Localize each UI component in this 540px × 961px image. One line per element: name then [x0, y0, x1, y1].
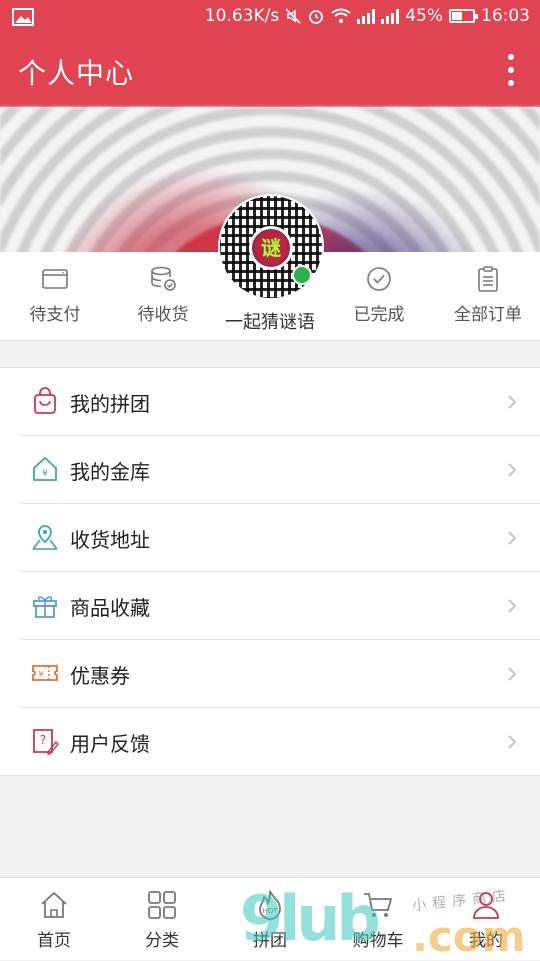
mini-program-link-icon	[292, 265, 312, 285]
tab-label: 首页	[37, 931, 71, 951]
menu-item-feedback[interactable]: ? 用户反馈	[20, 708, 540, 775]
picture-icon	[12, 8, 34, 26]
menu-label: 优惠券	[70, 664, 130, 688]
cart-icon	[364, 893, 393, 917]
wifi-icon	[331, 8, 351, 23]
menu-label: 收货地址	[70, 528, 150, 552]
tab-category[interactable]: 分类	[108, 888, 216, 951]
gift-icon	[33, 596, 57, 618]
menu-list: 我的拼团 ¥ 我的金库 收货地址 商品收藏 ¥ 优惠券 ? 用户反馈	[0, 367, 540, 776]
menu-item-address[interactable]: 收货地址	[20, 504, 540, 572]
tab-label: 购物车	[352, 931, 404, 951]
check-circle-icon	[367, 267, 391, 291]
svg-text:HOT: HOT	[262, 907, 278, 915]
feedback-icon: ?	[33, 729, 59, 755]
network-speed: 10.63K/s	[204, 6, 280, 26]
mini-program-name: 一起猜谜语	[225, 312, 315, 333]
shopping-bag-icon	[34, 387, 56, 414]
card-icon	[42, 269, 68, 289]
page-title: 个人中心	[18, 57, 135, 90]
mute-icon	[285, 8, 301, 24]
order-pending-payment[interactable]: 待支付	[10, 264, 100, 325]
order-all[interactable]: 全部订单	[440, 264, 536, 325]
menu-label: 我的金库	[70, 460, 150, 484]
order-label: 待支付	[29, 305, 81, 325]
svg-text:¥: ¥	[38, 670, 43, 679]
user-icon	[473, 892, 499, 919]
order-label: 待收货	[137, 305, 189, 325]
coupon-icon: ¥	[32, 665, 58, 681]
clipboard-icon	[478, 266, 498, 292]
tab-label: 拼团	[253, 931, 287, 951]
menu-item-favorites[interactable]: 商品收藏	[20, 572, 540, 640]
clock: 16:03	[481, 6, 530, 26]
chevron-right-icon	[508, 599, 517, 613]
order-completed[interactable]: 已完成	[334, 264, 424, 325]
bottom-tab-bar: 首页 分类 HOT 拼团 购物车 我的	[0, 877, 540, 960]
signal-icon	[357, 8, 376, 24]
tab-home[interactable]: 首页	[0, 888, 108, 951]
qr-center-logo: 谜	[249, 226, 293, 270]
signal-icon	[381, 8, 400, 24]
chevron-right-icon	[508, 463, 517, 477]
svg-text:?: ?	[40, 733, 46, 747]
tab-cart[interactable]: 购物车	[324, 888, 432, 951]
home-icon	[41, 891, 67, 918]
more-vertical-icon[interactable]	[506, 54, 516, 90]
hot-icon: HOT	[259, 890, 281, 920]
vault-house-icon: ¥	[33, 456, 57, 481]
menu-item-group-buy[interactable]: 我的拼团	[20, 368, 540, 436]
battery-icon	[449, 9, 478, 23]
status-bar: 10.63K/s 45% 16:03	[0, 0, 540, 36]
order-label: 全部订单	[454, 305, 522, 325]
grid-icon	[148, 891, 176, 919]
order-label: 已完成	[353, 305, 405, 325]
tab-label: 分类	[145, 931, 179, 951]
svg-text:¥: ¥	[42, 469, 48, 479]
order-pending-receipt[interactable]: 待收货	[118, 264, 208, 325]
menu-item-vault[interactable]: ¥ 我的金库	[20, 436, 540, 504]
chevron-right-icon	[508, 667, 517, 681]
tab-mine[interactable]: 我的	[432, 888, 540, 951]
chevron-right-icon	[508, 531, 517, 545]
battery-percent: 45%	[405, 6, 443, 26]
menu-label: 用户反馈	[70, 732, 150, 756]
tab-label: 我的	[469, 931, 503, 951]
map-pin-icon	[32, 525, 58, 550]
app-bar: 个人中心	[0, 36, 540, 107]
alarm-icon	[309, 10, 324, 24]
menu-label: 我的拼团	[70, 392, 150, 416]
chevron-right-icon	[508, 395, 517, 409]
chevron-right-icon	[508, 735, 517, 749]
menu-item-coupons[interactable]: ¥ 优惠券	[20, 640, 540, 708]
menu-label: 商品收藏	[70, 596, 150, 620]
coins-icon	[151, 266, 176, 291]
tab-group-buy[interactable]: HOT 拼团	[216, 888, 324, 951]
